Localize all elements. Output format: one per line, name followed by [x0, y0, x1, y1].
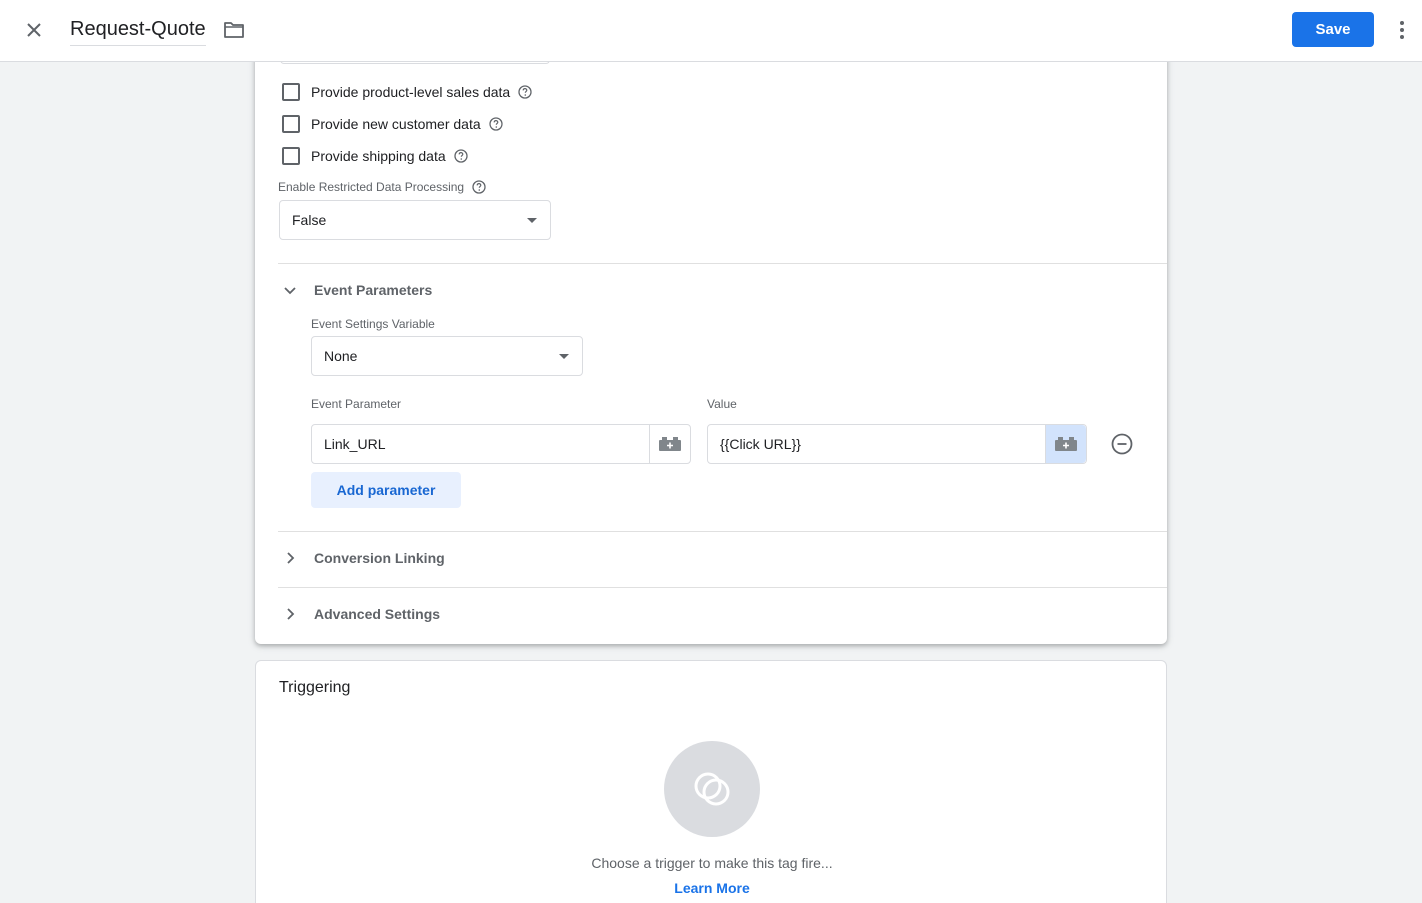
divider	[278, 263, 1167, 264]
trigger-hint: Choose a trigger to make this tag fire..…	[591, 855, 833, 871]
dropdown-arrow-icon	[527, 218, 537, 223]
variable-icon	[659, 437, 681, 451]
event-parameter-column-label: Event Parameter	[311, 397, 402, 411]
add-parameter-button[interactable]: Add parameter	[311, 472, 461, 508]
page-title[interactable]: Request-Quote	[70, 17, 206, 46]
help-icon[interactable]	[488, 117, 503, 131]
checkbox-row-product-sales: Provide product-level sales data	[282, 81, 532, 103]
new-customer-checkbox[interactable]	[282, 115, 300, 133]
close-icon[interactable]	[20, 16, 48, 44]
top-bar: Request-Quote Save	[0, 0, 1422, 62]
product-sales-checkbox[interactable]	[282, 83, 300, 101]
divider	[278, 531, 1167, 532]
help-icon[interactable]	[454, 149, 468, 163]
divider	[278, 587, 1167, 588]
shipping-checkbox[interactable]	[282, 147, 300, 165]
restricted-data-label: Enable Restricted Data Processing	[278, 180, 465, 194]
checkbox-row-shipping: Provide shipping data	[282, 145, 468, 167]
event-settings-variable-select[interactable]: None	[311, 336, 583, 376]
help-icon[interactable]	[472, 180, 486, 194]
variable-picker-button[interactable]	[649, 425, 690, 463]
settings-variable-label: Event Settings Variable	[311, 317, 435, 331]
help-icon[interactable]	[518, 85, 532, 99]
settings-variable-value: None	[324, 348, 358, 364]
checkbox-label: Provide product-level sales data	[311, 84, 511, 100]
chevron-down-icon	[284, 287, 296, 295]
remove-circle-icon[interactable]	[1111, 433, 1133, 455]
restricted-data-value: False	[292, 212, 327, 228]
learn-more-link[interactable]: Learn More	[256, 880, 1168, 896]
save-button[interactable]: Save	[1292, 12, 1374, 47]
variable-picker-button[interactable]	[1045, 425, 1086, 463]
conversion-linking-header[interactable]: Conversion Linking	[282, 547, 445, 569]
advanced-settings-header[interactable]: Advanced Settings	[282, 603, 440, 625]
chevron-right-icon	[287, 608, 295, 620]
checkbox-label: Provide shipping data	[311, 148, 446, 164]
trigger-icon	[694, 772, 730, 806]
section-title: Conversion Linking	[314, 550, 445, 566]
event-parameter-input[interactable]: Link_URL	[311, 424, 691, 464]
section-title: Advanced Settings	[314, 606, 441, 622]
triggering-title: Triggering	[279, 679, 351, 696]
event-parameter-value: Link_URL	[324, 436, 386, 452]
parameter-value-input[interactable]: {{Click URL}}	[707, 424, 1087, 464]
triggering-card[interactable]: Triggering Choose a trigger to make this…	[255, 660, 1167, 903]
checkbox-row-new-customer: Provide new customer data	[282, 113, 503, 135]
checkbox-label: Provide new customer data	[311, 116, 481, 132]
parameter-value-text: {{Click URL}}	[720, 436, 801, 452]
value-column-label: Value	[707, 397, 737, 411]
choose-trigger-button[interactable]	[664, 741, 760, 837]
folder-icon[interactable]	[222, 18, 246, 42]
tag-configuration-card: Provide product-level sales data Provide…	[255, 40, 1167, 644]
restricted-data-select[interactable]: False	[279, 200, 551, 240]
dropdown-arrow-icon	[559, 354, 569, 359]
event-parameters-header[interactable]: Event Parameters	[282, 279, 432, 301]
variable-icon	[1055, 437, 1077, 451]
more-vert-icon[interactable]	[1390, 17, 1414, 43]
restricted-data-label-row: Enable Restricted Data Processing	[278, 180, 486, 194]
section-title: Event Parameters	[314, 282, 433, 298]
chevron-right-icon	[287, 552, 295, 564]
